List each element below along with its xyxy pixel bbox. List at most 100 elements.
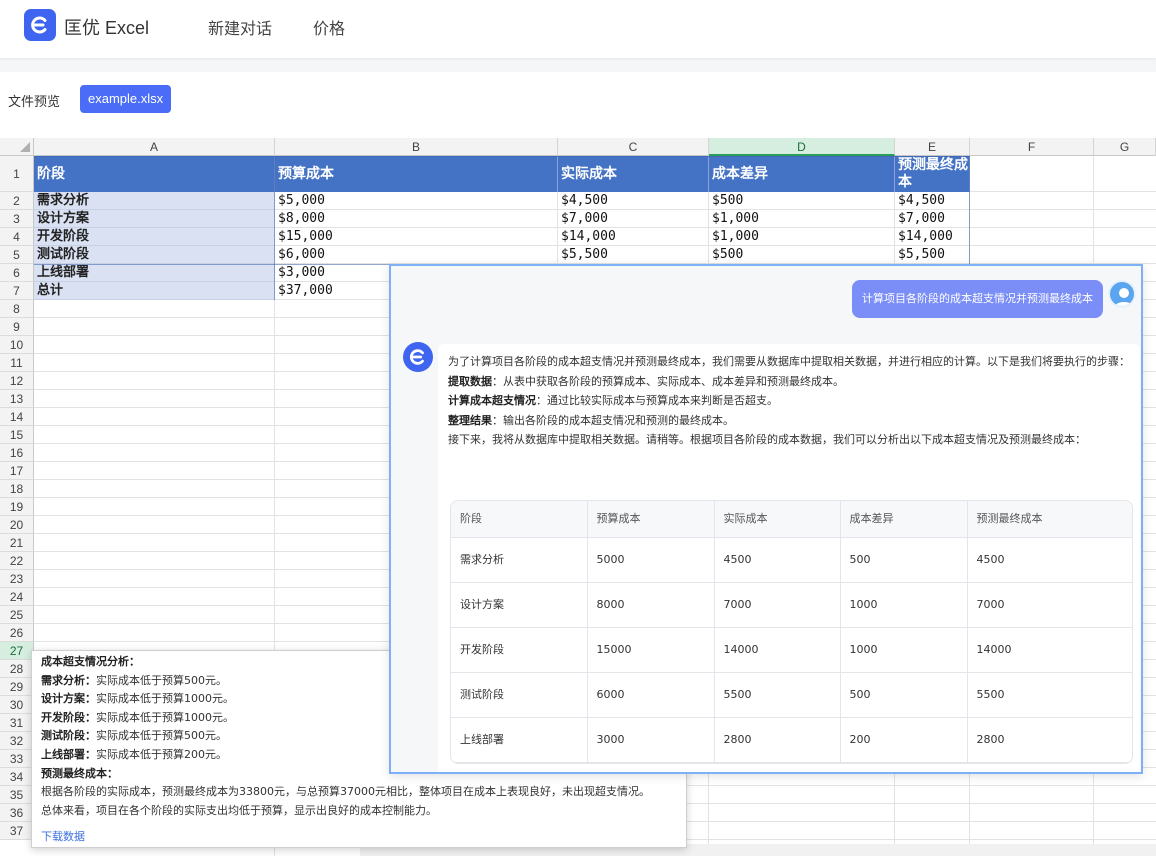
- row-header-12[interactable]: 12: [0, 372, 34, 390]
- stage-cell[interactable]: 开发阶段: [34, 228, 275, 246]
- data-cell[interactable]: $5,500: [895, 246, 970, 264]
- row-header-11[interactable]: 11: [0, 354, 34, 372]
- data-cell[interactable]: $6,000: [275, 246, 558, 264]
- row-header-29[interactable]: 29: [0, 678, 34, 696]
- stage-cell[interactable]: 总计: [34, 282, 275, 300]
- table-header-cell[interactable]: 阶段: [34, 156, 275, 192]
- result-table-cell: 7000: [967, 582, 1132, 628]
- data-cell[interactable]: $14,000: [558, 228, 709, 246]
- analysis-item-title: 测试阶段：: [41, 729, 96, 743]
- column-header-b[interactable]: B: [275, 138, 558, 156]
- column-header-e[interactable]: E: [895, 138, 970, 156]
- row-header-32[interactable]: 32: [0, 732, 34, 750]
- data-cell[interactable]: $500: [709, 246, 895, 264]
- brand-name[interactable]: 匡优 Excel: [64, 14, 149, 40]
- analysis-heading: 成本超支情况分析：: [41, 655, 140, 668]
- analysis-item-text: 实际成本低于预算1000元。: [96, 692, 234, 706]
- data-cell[interactable]: $14,000: [895, 228, 970, 246]
- row-header-37[interactable]: 37: [0, 822, 34, 840]
- brand-logo-icon[interactable]: [24, 9, 56, 41]
- data-cell[interactable]: $5,000: [275, 192, 558, 210]
- row-header-19[interactable]: 19: [0, 498, 34, 516]
- table-header-cell[interactable]: 成本差异: [709, 156, 895, 192]
- row-header-4[interactable]: 4: [0, 228, 34, 246]
- stage-cell[interactable]: 上线部署: [34, 264, 275, 282]
- result-table-row: 需求分析 5000 4500 500 4500: [451, 537, 1132, 583]
- assistant-step-title: 整理结果: [448, 413, 492, 427]
- row-header-36[interactable]: 36: [0, 804, 34, 822]
- row-header-31[interactable]: 31: [0, 714, 34, 732]
- column-header-d[interactable]: D: [709, 138, 895, 156]
- stage-cell[interactable]: 测试阶段: [34, 246, 275, 264]
- table-header-cell[interactable]: 预测最终成本: [895, 156, 970, 192]
- data-cell[interactable]: $8,000: [275, 210, 558, 228]
- row-header-2[interactable]: 2: [0, 192, 34, 210]
- download-data-link[interactable]: 下载数据: [41, 828, 677, 847]
- row-header-8[interactable]: 8: [0, 300, 34, 318]
- assistant-step: 提取数据：从表中获取各阶段的预算成本、实际成本、成本差异和预测最终成本。: [448, 372, 1130, 392]
- column-header-c[interactable]: C: [558, 138, 709, 156]
- data-cell[interactable]: $1,000: [709, 210, 895, 228]
- table-header-cell[interactable]: 实际成本: [558, 156, 709, 192]
- row-header-25[interactable]: 25: [0, 606, 34, 624]
- row-header-15[interactable]: 15: [0, 426, 34, 444]
- data-cell[interactable]: $7,000: [558, 210, 709, 228]
- row-header-33[interactable]: 33: [0, 750, 34, 768]
- row-header-17[interactable]: 17: [0, 462, 34, 480]
- row-header-22[interactable]: 22: [0, 552, 34, 570]
- file-tab-example[interactable]: example.xlsx: [80, 85, 172, 113]
- row-header-1[interactable]: 1: [0, 156, 34, 192]
- row-header-6[interactable]: 6: [0, 264, 34, 282]
- column-header-g[interactable]: G: [1094, 138, 1156, 156]
- row-header-3[interactable]: 3: [0, 210, 34, 228]
- row-header-34[interactable]: 34: [0, 768, 34, 786]
- analysis-item-title: 上线部署：: [41, 747, 96, 761]
- data-cell[interactable]: $1,000: [709, 228, 895, 246]
- assistant-followup: 接下来，我将从数据库中提取相关数据。请稍等。根据项目各阶段的成本数据，我们可以分…: [448, 433, 1086, 446]
- file-preview-bar: [0, 72, 1156, 126]
- row-header-13[interactable]: 13: [0, 390, 34, 408]
- row-header-24[interactable]: 24: [0, 588, 34, 606]
- row-header-14[interactable]: 14: [0, 408, 34, 426]
- app-root: 匡优 Excel 新建对话 价格 文件预览 example.xlsx ABCDE…: [0, 0, 1156, 856]
- select-all-corner[interactable]: [0, 138, 34, 156]
- data-cell[interactable]: $4,500: [558, 192, 709, 210]
- result-table-cell: 500: [840, 537, 968, 583]
- row-header-18[interactable]: 18: [0, 480, 34, 498]
- row-header-30[interactable]: 30: [0, 696, 34, 714]
- row-header-21[interactable]: 21: [0, 534, 34, 552]
- table-header-cell[interactable]: 预算成本: [275, 156, 558, 192]
- result-table-header: 预算成本: [587, 501, 715, 538]
- assistant-message: 为了计算项目各阶段的成本超支情况并预测最终成本，我们需要从数据库中提取相关数据，…: [438, 344, 1140, 772]
- row-header-9[interactable]: 9: [0, 318, 34, 336]
- stage-cell[interactable]: 设计方案: [34, 210, 275, 228]
- row-header-10[interactable]: 10: [0, 336, 34, 354]
- stage-cell[interactable]: 需求分析: [34, 192, 275, 210]
- result-table-cell: 4500: [967, 537, 1132, 583]
- result-table-cell: 4500: [714, 537, 841, 583]
- data-cell[interactable]: $4,500: [895, 192, 970, 210]
- column-header-f[interactable]: F: [970, 138, 1094, 156]
- row-header-35[interactable]: 35: [0, 786, 34, 804]
- nav-new-chat[interactable]: 新建对话: [208, 15, 272, 39]
- analysis-item-title: 设计方案：: [41, 692, 96, 706]
- column-header-a[interactable]: A: [34, 138, 275, 156]
- row-header-26[interactable]: 26: [0, 624, 34, 642]
- row-header-16[interactable]: 16: [0, 444, 34, 462]
- row-header-5[interactable]: 5: [0, 246, 34, 264]
- row-header-28[interactable]: 28: [0, 660, 34, 678]
- data-cell[interactable]: $500: [709, 192, 895, 210]
- result-table-cell: 7000: [714, 582, 841, 628]
- data-cell[interactable]: $5,500: [558, 246, 709, 264]
- row-header-23[interactable]: 23: [0, 570, 34, 588]
- analysis-item-title: 需求分析：: [41, 673, 96, 687]
- data-cell[interactable]: $15,000: [275, 228, 558, 246]
- row-header-27[interactable]: 27: [0, 642, 34, 660]
- row-header-7[interactable]: 7: [0, 282, 34, 300]
- forecast-text: 根据各阶段的实际成本，预测最终成本为33800元，与总预算37000元相比，整体…: [41, 785, 650, 799]
- data-cell[interactable]: $7,000: [895, 210, 970, 228]
- row-header-20[interactable]: 20: [0, 516, 34, 534]
- nav-pricing[interactable]: 价格: [313, 15, 345, 39]
- result-table-header: 阶段: [451, 501, 588, 538]
- user-message-bubble: 计算项目各阶段的成本超支情况并预测最终成本: [852, 280, 1103, 318]
